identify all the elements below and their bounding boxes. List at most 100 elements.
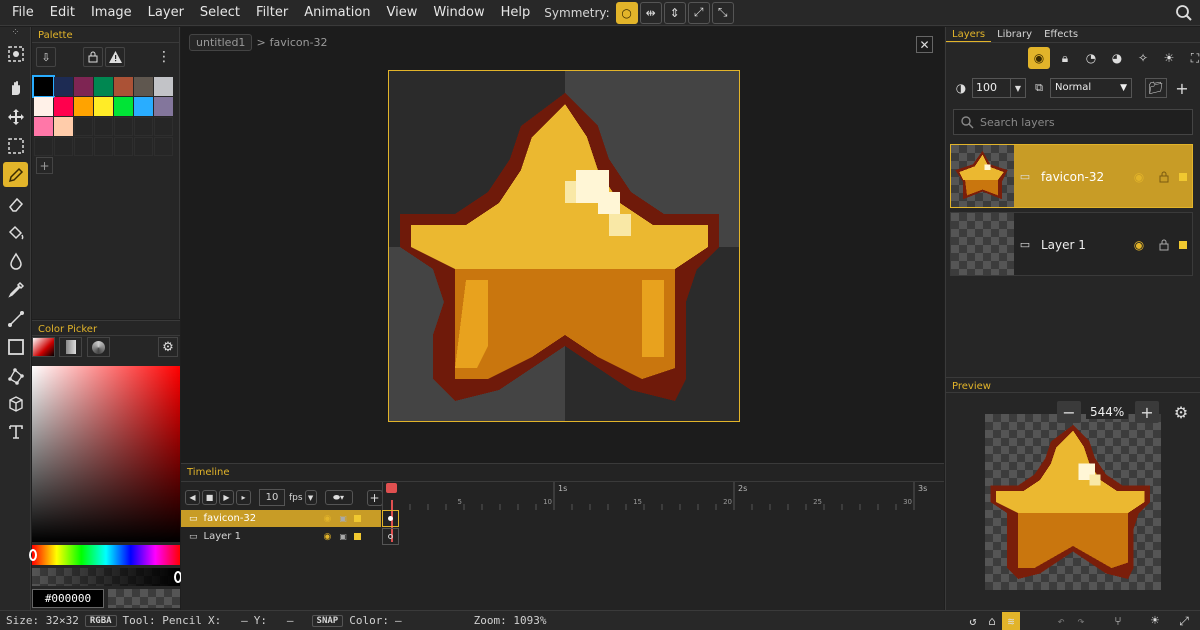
color-picker-tab[interactable]: Color Picker — [32, 324, 103, 335]
symmetry-diagonal-button[interactable]: ⤢ — [687, 1, 710, 24]
eyedropper-tool-icon[interactable] — [3, 277, 28, 302]
timeline-tab[interactable]: Timeline — [181, 467, 236, 478]
layer-color-tag[interactable] — [1179, 241, 1187, 249]
hue-slider[interactable] — [29, 545, 180, 565]
layer-color-tag[interactable] — [353, 533, 361, 540]
preview-settings-icon[interactable]: ⚙ — [1170, 401, 1192, 423]
path-tool-icon[interactable] — [3, 363, 28, 388]
palette-swatch[interactable] — [34, 117, 53, 136]
breadcrumb-file[interactable]: untitled1 — [189, 34, 253, 51]
empty-swatch[interactable] — [74, 137, 93, 156]
add-layer-icon[interactable]: + — [1171, 78, 1193, 98]
eye-icon[interactable]: ◉ — [324, 514, 332, 524]
menu-help[interactable]: Help — [493, 0, 539, 26]
menu-layer[interactable]: Layer — [140, 0, 192, 26]
palette-swatch[interactable] — [94, 97, 113, 116]
symmetry-horizontal-button[interactable]: ⇹ — [639, 1, 662, 24]
layer-color-tag[interactable] — [1179, 173, 1187, 181]
palette-menu-icon[interactable]: ⋮ — [156, 47, 172, 67]
timeline-ruler[interactable]: 5 10 15 20 25 30 1s 2s 3s — [382, 482, 944, 542]
rotate-icon[interactable]: ↺ — [965, 613, 981, 629]
next-frame-button[interactable]: ▸ — [236, 490, 251, 505]
drawing-canvas[interactable] — [388, 70, 740, 422]
menu-image[interactable]: Image — [83, 0, 140, 26]
hex-input[interactable]: #000000 — [32, 589, 104, 608]
alpha-lock-icon[interactable]: ◔ — [1080, 47, 1102, 69]
close-icon[interactable]: ✕ — [916, 36, 933, 53]
color-mode-badge[interactable]: RGBA — [84, 614, 117, 627]
timeline-layer-row[interactable]: ▭ favicon-32 ◉ ▣ — [181, 510, 381, 527]
palette-sort-icon[interactable]: ⇩ — [36, 47, 56, 67]
palette-swatch[interactable] — [134, 77, 153, 96]
visibility-filter-icon[interactable]: ◉ — [1028, 47, 1050, 69]
symmetry-none-button[interactable]: ○ — [615, 1, 638, 24]
saturation-value-area[interactable] — [32, 366, 180, 542]
layer-row-active[interactable]: ▭ favicon-32 ◉ — [950, 144, 1193, 208]
layer-row[interactable]: ▭ Layer 1 ◉ — [950, 212, 1193, 276]
palette-swatch[interactable] — [74, 97, 93, 116]
palette-tab[interactable]: Palette — [32, 30, 79, 41]
palette-swatch[interactable] — [114, 77, 133, 96]
menu-edit[interactable]: Edit — [42, 0, 83, 26]
light-icon[interactable]: ☀ — [1158, 47, 1180, 69]
frame-cell-1[interactable] — [382, 510, 399, 527]
timeline-layer-row[interactable]: ▭ Layer 1 ◉ ▣ — [181, 528, 381, 545]
preview-tab[interactable]: Preview — [946, 381, 997, 392]
add-swatch-button[interactable]: + — [36, 157, 53, 174]
lock-filter-icon[interactable]: 🔒︎ — [1054, 47, 1076, 69]
theme-toggle-icon[interactable]: ☀ — [1146, 612, 1164, 630]
palette-swatch[interactable] — [154, 97, 173, 116]
rectangle-tool-icon[interactable] — [3, 334, 28, 359]
opacity-dropdown[interactable]: ▼ — [1010, 78, 1026, 98]
slider-mode-icon[interactable] — [59, 337, 82, 357]
text-tool-icon[interactable] — [3, 419, 28, 444]
layer-name[interactable]: favicon-32 — [1041, 170, 1104, 184]
frame-cell-2[interactable] — [382, 528, 399, 545]
blur-tool-icon[interactable] — [3, 248, 28, 273]
zoom-in-button[interactable]: + — [1135, 401, 1159, 423]
empty-swatch[interactable] — [114, 137, 133, 156]
tab-effects[interactable]: Effects — [1038, 27, 1084, 42]
fill-bucket-tool-icon[interactable] — [3, 220, 28, 245]
fps-input[interactable]: 10 — [259, 489, 285, 506]
stop-button[interactable]: ■ — [202, 490, 217, 505]
symmetry-vertical-button[interactable]: ⇕ — [663, 1, 686, 24]
color-palette-icon[interactable]: ◕ — [1106, 47, 1128, 69]
select-all-tool-icon[interactable] — [3, 41, 28, 66]
empty-swatch[interactable] — [54, 137, 73, 156]
layer-color-tag[interactable] — [353, 515, 361, 522]
menu-animation[interactable]: Animation — [296, 0, 378, 26]
palette-swatch[interactable] — [54, 97, 73, 116]
eye-icon[interactable]: ◉ — [324, 532, 332, 542]
new-group-icon[interactable]: 📁︎ — [1145, 78, 1167, 98]
menu-window[interactable]: Window — [425, 0, 492, 26]
empty-swatch[interactable] — [114, 117, 133, 136]
marquee-tool-icon[interactable] — [3, 133, 28, 158]
line-tool-icon[interactable] — [3, 306, 28, 331]
layers-toggle-icon[interactable]: ≋ — [1002, 612, 1020, 630]
palette-swatch[interactable] — [32, 75, 55, 98]
fullscreen-icon[interactable]: ⤢ — [1176, 613, 1192, 629]
frame-icon[interactable]: ⛶ — [1184, 47, 1200, 69]
eraser-tool-icon[interactable] — [3, 191, 28, 216]
palette-swatch[interactable] — [54, 77, 73, 96]
search-icon[interactable] — [1172, 2, 1196, 24]
3d-cube-tool-icon[interactable] — [3, 391, 28, 416]
lock-icon[interactable]: ▣ — [339, 514, 347, 523]
blend-mode-select[interactable]: Normal ▼ — [1050, 78, 1132, 98]
empty-swatch[interactable] — [154, 117, 173, 136]
lock-icon[interactable]: ▣ — [339, 532, 347, 541]
snap-toggle[interactable]: SNAP — [311, 614, 344, 627]
palette-swatch[interactable] — [74, 77, 93, 96]
layer-search-input[interactable]: Search layers — [980, 116, 1055, 129]
redo-icon[interactable]: ↷ — [1073, 613, 1089, 629]
menu-view[interactable]: View — [379, 0, 426, 26]
play-button[interactable]: ▶ — [219, 490, 234, 505]
empty-swatch[interactable] — [74, 117, 93, 136]
fps-dropdown[interactable]: ▼ — [304, 490, 317, 505]
onion-skin-toggle[interactable]: ⬬▾ — [324, 490, 353, 505]
eye-icon[interactable]: ◉ — [1131, 169, 1147, 185]
layer-name[interactable]: Layer 1 — [1041, 238, 1086, 252]
effects-sparkle-icon[interactable]: ✧ — [1132, 47, 1154, 69]
palette-swatch[interactable] — [114, 97, 133, 116]
